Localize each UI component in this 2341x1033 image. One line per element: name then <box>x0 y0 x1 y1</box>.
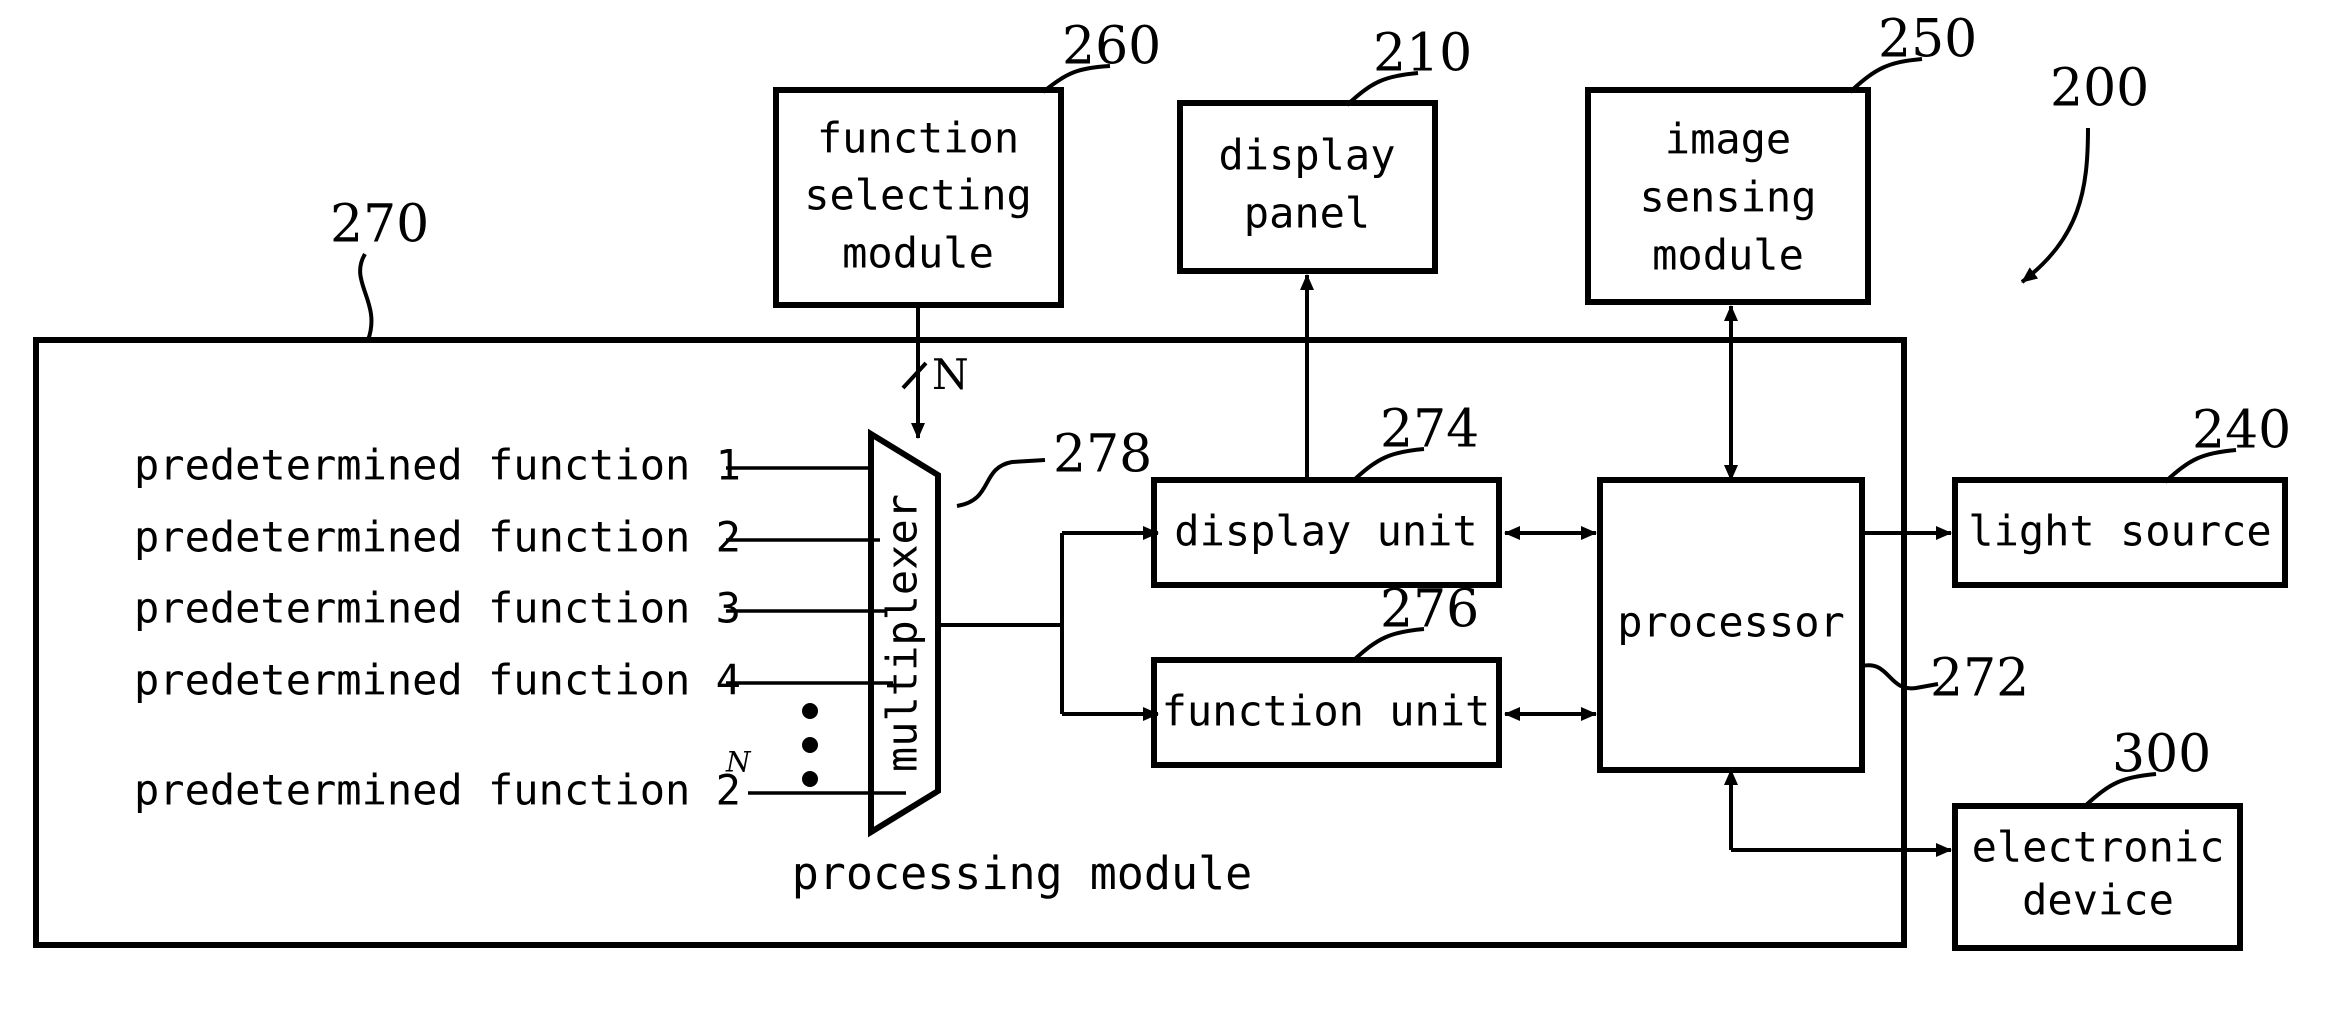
function-selecting-module-label-line3: module <box>842 229 994 278</box>
display-panel-label-line2: panel <box>1244 189 1370 238</box>
image-sensing-module-label-line3: module <box>1652 231 1804 280</box>
predetermined-function-3-label: predetermined function 3 <box>134 584 741 633</box>
ref-250: 250 <box>1878 10 1977 70</box>
electronic-device-label-line1: electronic <box>1972 823 2225 872</box>
function-unit-label: function unit <box>1162 687 1491 736</box>
ref-240: 240 <box>2192 401 2291 461</box>
light-source-label: light source <box>1968 507 2271 556</box>
block-diagram: function selecting module display panel … <box>33 10 2291 951</box>
image-sensing-module-label-line2: sensing <box>1639 173 1816 222</box>
ellipsis-dot-3 <box>802 771 818 787</box>
ref-278: 278 <box>1053 425 1152 485</box>
function-selecting-module-label-line2: selecting <box>804 171 1032 220</box>
predetermined-function-2-label: predetermined function 2 <box>134 513 741 562</box>
display-unit-label: display unit <box>1174 507 1477 556</box>
predetermined-function-4-label: predetermined function 4 <box>134 656 741 705</box>
leader-270 <box>358 252 374 341</box>
image-sensing-module-label-line1: image <box>1665 115 1791 164</box>
predetermined-function-2n-superscript: N <box>725 746 752 779</box>
leader-278 <box>956 458 1046 508</box>
ellipsis-dot-2 <box>802 737 818 753</box>
bus-width-slash <box>901 361 928 390</box>
ref-300: 300 <box>2112 725 2211 785</box>
leader-200-arrow <box>2020 127 2090 284</box>
function-selecting-module-label-line1: function <box>817 114 1019 163</box>
bus-width-n-label: N <box>932 350 969 399</box>
predetermined-function-2n-label: predetermined function 2 <box>134 766 741 815</box>
processor-label: processor <box>1617 598 1845 647</box>
ref-276: 276 <box>1380 580 1479 640</box>
ref-210: 210 <box>1373 24 1472 84</box>
display-panel-label-line1: display <box>1218 131 1395 180</box>
figure-canvas: function selecting module display panel … <box>0 0 2341 1033</box>
multiplexer-label: multiplexer <box>878 494 927 772</box>
predetermined-function-1-label: predetermined function 1 <box>134 441 741 490</box>
electronic-device-label-line2: device <box>2022 876 2174 925</box>
ref-274: 274 <box>1380 400 1479 460</box>
processing-module-caption: processing module <box>792 847 1253 900</box>
ref-200: 200 <box>2050 59 2149 119</box>
ref-260: 260 <box>1062 17 1161 77</box>
ref-272: 272 <box>1930 649 2029 709</box>
ellipsis-dot-1 <box>802 703 818 719</box>
display-panel-box[interactable] <box>1177 100 1438 274</box>
ref-270: 270 <box>330 195 429 255</box>
leader-272 <box>1861 663 1939 691</box>
